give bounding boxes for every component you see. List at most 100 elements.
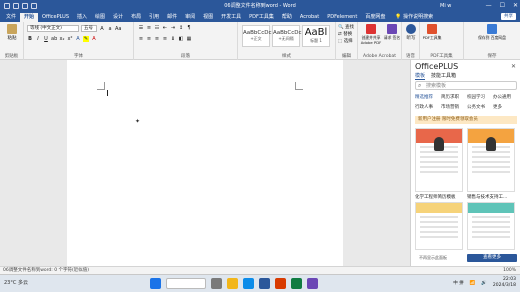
font-size-select[interactable]: 五号	[81, 25, 97, 32]
app-icon[interactable]	[275, 278, 286, 289]
font-color-icon[interactable]: A	[91, 36, 97, 42]
template-thumbnail[interactable]	[467, 128, 515, 192]
promo-banner[interactable]: 新用户注册 限时免费领取会员	[415, 116, 517, 124]
edge-icon[interactable]	[243, 278, 254, 289]
borders-icon[interactable]: ▦	[186, 36, 192, 42]
italic-button[interactable]: I	[35, 36, 41, 42]
replace-button[interactable]: ⇄ 替换	[338, 31, 354, 38]
category-item[interactable]: 校园学习	[467, 94, 493, 100]
file-explorer-icon[interactable]	[227, 278, 238, 289]
paste-button[interactable]: 粘贴	[4, 24, 20, 41]
create-pdf-button[interactable]: 创建并共享 Adobe PDF	[360, 24, 382, 45]
tab-pdfelement[interactable]: PDFelement	[323, 13, 361, 22]
align-right-icon[interactable]: ≡	[154, 36, 160, 42]
sort-icon[interactable]: ↕	[178, 25, 184, 31]
select-button[interactable]: ⬚ 选择	[338, 38, 354, 45]
tab-baidu[interactable]: 百度网盘	[361, 13, 389, 22]
pane-search-input[interactable]: ⌕ 搜索模板	[415, 81, 517, 90]
subscript-icon[interactable]: x₂	[59, 36, 65, 42]
align-left-icon[interactable]: ≡	[138, 36, 144, 42]
bullets-icon[interactable]: ☰	[138, 25, 144, 31]
numbering-icon[interactable]: ≡	[146, 25, 152, 31]
template-caption[interactable]: 销售与技术支持工...	[467, 194, 507, 200]
tab-references[interactable]: 引用	[145, 13, 163, 22]
category-item[interactable]: 市场营销	[441, 104, 467, 110]
clock[interactable]: 22:03 2024/3/18	[493, 277, 516, 289]
tab-developer[interactable]: 开发工具	[217, 13, 245, 22]
grow-font-icon[interactable]: A	[99, 26, 105, 32]
save-baidu-button[interactable]: 保存到 百度网盘	[478, 24, 506, 41]
tab-insert[interactable]: 插入	[73, 13, 91, 22]
template-thumbnail[interactable]	[415, 128, 463, 192]
autosave-icon[interactable]	[4, 2, 10, 9]
category-item[interactable]: 简历求职	[441, 94, 467, 100]
template-thumbnail[interactable]	[467, 202, 515, 250]
input-method[interactable]: 中 拼	[453, 280, 463, 286]
zoom-level[interactable]: 100%	[503, 267, 516, 274]
style-no-spacing[interactable]: AaBbCcDc +无间隔	[272, 25, 302, 47]
style-normal[interactable]: AaBbCcDc +正文	[242, 25, 272, 47]
user-account[interactable]: Mi w	[440, 3, 451, 9]
close-button[interactable]: ✕	[513, 2, 518, 9]
tab-help[interactable]: 帮助	[278, 13, 296, 22]
text-effects-icon[interactable]: A	[75, 36, 81, 42]
tab-mailings[interactable]: 邮件	[163, 13, 181, 22]
pane-tab-templates[interactable]: 模板	[415, 72, 426, 80]
line-spacing-icon[interactable]: ↨	[170, 36, 176, 42]
tab-draw[interactable]: 绘图	[91, 13, 109, 22]
increase-indent-icon[interactable]: ⇥	[170, 25, 176, 31]
shading-icon[interactable]: ◧	[178, 36, 184, 42]
category-item[interactable]: 行政人事	[415, 104, 441, 110]
bold-button[interactable]: B	[27, 36, 33, 42]
change-case-icon[interactable]: Aa	[115, 26, 121, 32]
dictate-button[interactable]: 听写	[403, 24, 419, 41]
pane-close-button[interactable]: ✕	[511, 63, 516, 70]
excel-icon[interactable]	[291, 278, 302, 289]
tell-me-search[interactable]: 💡 操作说明搜索	[395, 13, 433, 22]
save-icon[interactable]	[13, 2, 19, 9]
template-caption[interactable]: 化学工程师简历模板	[415, 194, 456, 200]
category-item[interactable]: 精选推荐	[415, 94, 441, 100]
style-heading1[interactable]: AaBl 标题 1	[302, 25, 330, 47]
view-more-button[interactable]: 查看更多	[467, 254, 517, 262]
tab-file[interactable]: 文件	[2, 13, 20, 22]
maximize-button[interactable]: ☐	[500, 2, 505, 9]
task-view-icon[interactable]	[211, 278, 222, 289]
minimize-button[interactable]: —	[486, 2, 492, 9]
wifi-icon[interactable]: 📶	[470, 281, 476, 286]
decrease-indent-icon[interactable]: ⇤	[162, 25, 168, 31]
highlight-icon[interactable]: ✎	[83, 36, 89, 42]
app-icon[interactable]	[307, 278, 318, 289]
template-thumbnail[interactable]	[415, 202, 463, 250]
undo-icon[interactable]	[22, 2, 28, 9]
underline-button[interactable]: U	[43, 36, 49, 42]
show-marks-icon[interactable]: ¶	[186, 25, 192, 31]
word-icon[interactable]	[259, 278, 270, 289]
tab-design[interactable]: 设计	[109, 13, 127, 22]
shrink-font-icon[interactable]: a	[107, 26, 113, 32]
superscript-icon[interactable]: x²	[67, 36, 73, 42]
multilevel-icon[interactable]: ☷	[154, 25, 160, 31]
tab-review[interactable]: 审阅	[181, 13, 199, 22]
font-name-select[interactable]: 等线 (中文正文)	[27, 25, 79, 32]
pane-tab-toolbox[interactable]: 技能工具箱	[431, 72, 456, 80]
share-button[interactable]: 共享	[501, 13, 516, 20]
tab-pdf-tools[interactable]: PDF工具集	[245, 13, 278, 22]
volume-icon[interactable]: 🔊	[481, 281, 487, 286]
align-center-icon[interactable]: ≡	[146, 36, 152, 42]
find-button[interactable]: 🔍 查找	[338, 24, 354, 31]
tab-home[interactable]: 开始	[20, 13, 39, 22]
pdf-tools-button[interactable]: PDF工具集	[422, 24, 442, 41]
category-item[interactable]: 更多	[493, 104, 519, 110]
strikethrough-icon[interactable]: ab	[51, 36, 57, 42]
hide-pane-link[interactable]: 不再显示此面板	[419, 255, 447, 261]
tab-layout[interactable]: 布局	[127, 13, 145, 22]
document-page[interactable]: ✦	[67, 60, 343, 266]
tab-officeplus[interactable]: OfficePLUS	[38, 13, 73, 22]
weather-widget[interactable]: 23°C 多云	[4, 279, 28, 286]
tab-acrobat[interactable]: Acrobat	[296, 13, 323, 22]
justify-icon[interactable]: ≡	[162, 36, 168, 42]
redo-icon[interactable]	[31, 2, 37, 9]
tab-view[interactable]: 视图	[199, 13, 217, 22]
start-icon[interactable]	[150, 278, 161, 289]
